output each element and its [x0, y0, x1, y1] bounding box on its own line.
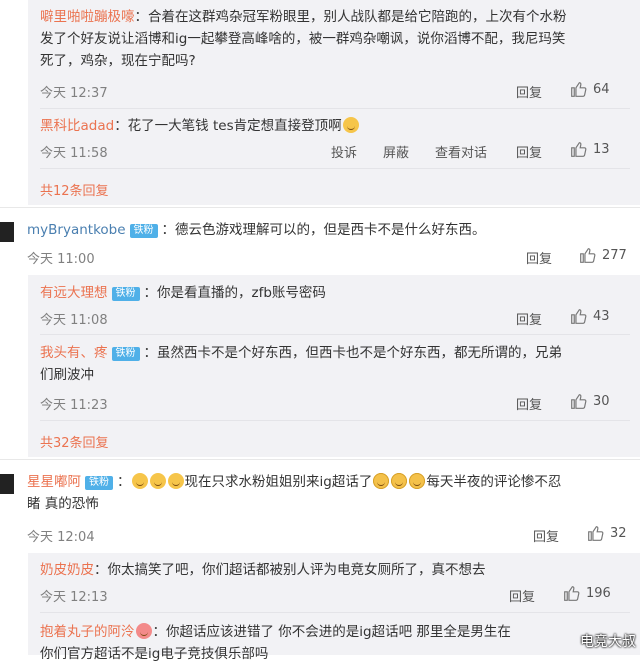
reply-text: ：你是看直播的，zfb账号密码: [143, 285, 326, 301]
reply-text: ：合着在这群鸡杂冠军粉眼里，别人战队都是给它陪跑的，上次有个水粉: [134, 9, 567, 25]
comment-text-continued: 每天半夜的评论惨不忍: [426, 474, 562, 490]
reply-time: 今天 11:23: [40, 398, 108, 413]
reply-username[interactable]: 抱着丸子的阿泠: [40, 624, 135, 640]
divider: [40, 168, 630, 169]
sweat-emoji-icon: [131, 473, 148, 489]
like-button[interactable]: 43: [570, 308, 610, 325]
fan-badge: 铁粉: [111, 347, 140, 361]
divider: [40, 420, 630, 421]
divider: [40, 612, 630, 613]
like-count: 30: [593, 394, 610, 409]
fan-badge: 铁粉: [111, 287, 140, 301]
divider: [40, 334, 630, 335]
crying-emoji-icon: [373, 473, 390, 489]
sweat-emoji-icon: [149, 473, 166, 489]
thumbs-up-icon: [588, 526, 604, 541]
fan-badge: 铁粉: [129, 224, 158, 238]
thumbs-up-icon: [571, 82, 587, 97]
laughing-tears-emoji-icon: [342, 117, 359, 133]
avatar[interactable]: [0, 474, 14, 494]
reply-time: 今天 11:08: [40, 313, 108, 328]
thumbs-up-icon: [571, 309, 587, 324]
crying-emoji-icon: [409, 473, 426, 489]
reply-button[interactable]: 回复: [516, 394, 542, 413]
divider: [0, 459, 640, 460]
reply-item: 黑科比adad：花了一大笔钱 tes肯定想直接登顶啊: [40, 115, 360, 137]
fan-badge: 铁粉: [85, 476, 113, 490]
like-count: 64: [593, 82, 610, 97]
reply-text-line2: 们刷波冲: [40, 367, 94, 383]
view-conversation-button[interactable]: 查看对话: [435, 142, 487, 161]
avatar[interactable]: [0, 222, 14, 242]
comment-text-line2: 睹 真的恐怖: [27, 496, 99, 512]
reply-button[interactable]: 回复: [533, 526, 559, 545]
like-count: 277: [602, 248, 627, 263]
like-count: 43: [593, 309, 610, 324]
divider: [40, 108, 630, 109]
reply-text-line2: 发了个好友说让滔博和ig一起攀登高峰啥的，被一群鸡杂嘲讽，说你滔博不配，我尼玛笑: [40, 31, 566, 47]
comment-text: ：德云色游戏理解可以的，但是西卡不是什么好东西。: [161, 222, 486, 238]
more-replies-link[interactable]: 共32条回复: [40, 432, 109, 451]
comment-body: myBryantkobe 铁粉 ：德云色游戏理解可以的，但是西卡不是什么好东西。: [27, 219, 486, 241]
reply-text-line2: 你们官方超话不是ig电子竞技俱乐部吗: [40, 646, 269, 662]
like-button[interactable]: 30: [570, 393, 610, 410]
reply-item: 奶皮奶皮：你太搞笑了吧，你们超话都被别人评为电竞女厕所了，真不想去: [40, 559, 486, 581]
like-count: 13: [593, 142, 610, 157]
report-button[interactable]: 投诉: [331, 142, 357, 161]
more-replies-link[interactable]: 共12条回复: [40, 180, 109, 199]
reply-time: 今天 12:13: [40, 590, 108, 605]
reply-item: 噼里啪啦蹦极嚎：合着在这群鸡杂冠军粉眼里，别人战队都是给它陪跑的，上次有个水粉 …: [40, 6, 630, 72]
thumbs-up-icon: [571, 394, 587, 409]
comment-username[interactable]: 星星嘟阿: [27, 474, 81, 490]
like-button[interactable]: 277: [579, 247, 627, 264]
thumbs-up-icon: [580, 248, 596, 263]
reply-text: ：虽然西卡不是个好东西，但西卡也不是个好东西，都无所谓的，兄弟: [143, 345, 563, 361]
reply-username[interactable]: 有远大理想: [40, 285, 108, 301]
reply-text: ：花了一大笔钱 tes肯定想直接登顶啊: [114, 118, 342, 134]
comment-text: 现在只求水粉姐姐别来ig超话了: [184, 474, 373, 490]
reply-item: 有远大理想 铁粉 ：你是看直播的，zfb账号密码: [40, 282, 326, 304]
reply-time: 今天 11:58: [40, 146, 108, 161]
divider: [0, 207, 640, 208]
reply-username[interactable]: 噼里啪啦蹦极嚎: [40, 9, 135, 25]
like-count: 32: [610, 526, 627, 541]
sweat-emoji-icon: [167, 473, 184, 489]
crying-emoji-icon: [391, 473, 408, 489]
like-button[interactable]: 196: [563, 585, 611, 602]
reply-username[interactable]: 奶皮奶皮: [40, 562, 94, 578]
reply-button[interactable]: 回复: [526, 248, 552, 267]
like-count: 196: [586, 586, 611, 601]
reply-button[interactable]: 回复: [516, 82, 542, 101]
thumbs-up-icon: [564, 586, 580, 601]
watermark: 电竞大叔: [580, 634, 636, 650]
reply-text: ：你超话应该进错了 你不会进的是ig超话吧 那里全是男生在: [152, 624, 511, 640]
comment-time: 今天 12:04: [27, 530, 95, 545]
reply-username[interactable]: 我头有、疼: [40, 345, 108, 361]
like-button[interactable]: 64: [570, 81, 610, 98]
thumbs-up-icon: [571, 142, 587, 157]
reply-button[interactable]: 回复: [516, 142, 542, 161]
comment-username[interactable]: myBryantkobe: [27, 222, 126, 238]
heart-emoji-icon: [135, 623, 152, 639]
comment-time: 今天 11:00: [27, 252, 95, 267]
reply-item: 抱着丸子的阿泠 ：你超话应该进错了 你不会进的是ig超话吧 那里全是男生在 你们官…: [40, 621, 630, 665]
reply-button[interactable]: 回复: [509, 586, 535, 605]
reply-time: 今天 12:37: [40, 86, 108, 101]
comment-body: 星星嘟阿 铁粉：现在只求水粉姐姐别来ig超话了 每天半夜的评论惨不忍 睹 真的恐怖: [27, 473, 562, 512]
reply-item: 我头有、疼 铁粉 ：虽然西卡不是个好东西，但西卡也不是个好东西，都无所谓的，兄弟 们…: [40, 342, 630, 386]
block-button[interactable]: 屏蔽: [383, 142, 409, 161]
like-button[interactable]: 32: [587, 525, 627, 542]
like-button[interactable]: 13: [570, 141, 610, 158]
reply-text-line3: 死了，鸡杂，现在宁配吗?: [40, 53, 196, 69]
reply-button[interactable]: 回复: [516, 309, 542, 328]
reply-username[interactable]: 黑科比adad: [40, 118, 114, 134]
reply-text: ：你太搞笑了吧，你们超话都被别人评为电竞女厕所了，真不想去: [94, 562, 486, 578]
